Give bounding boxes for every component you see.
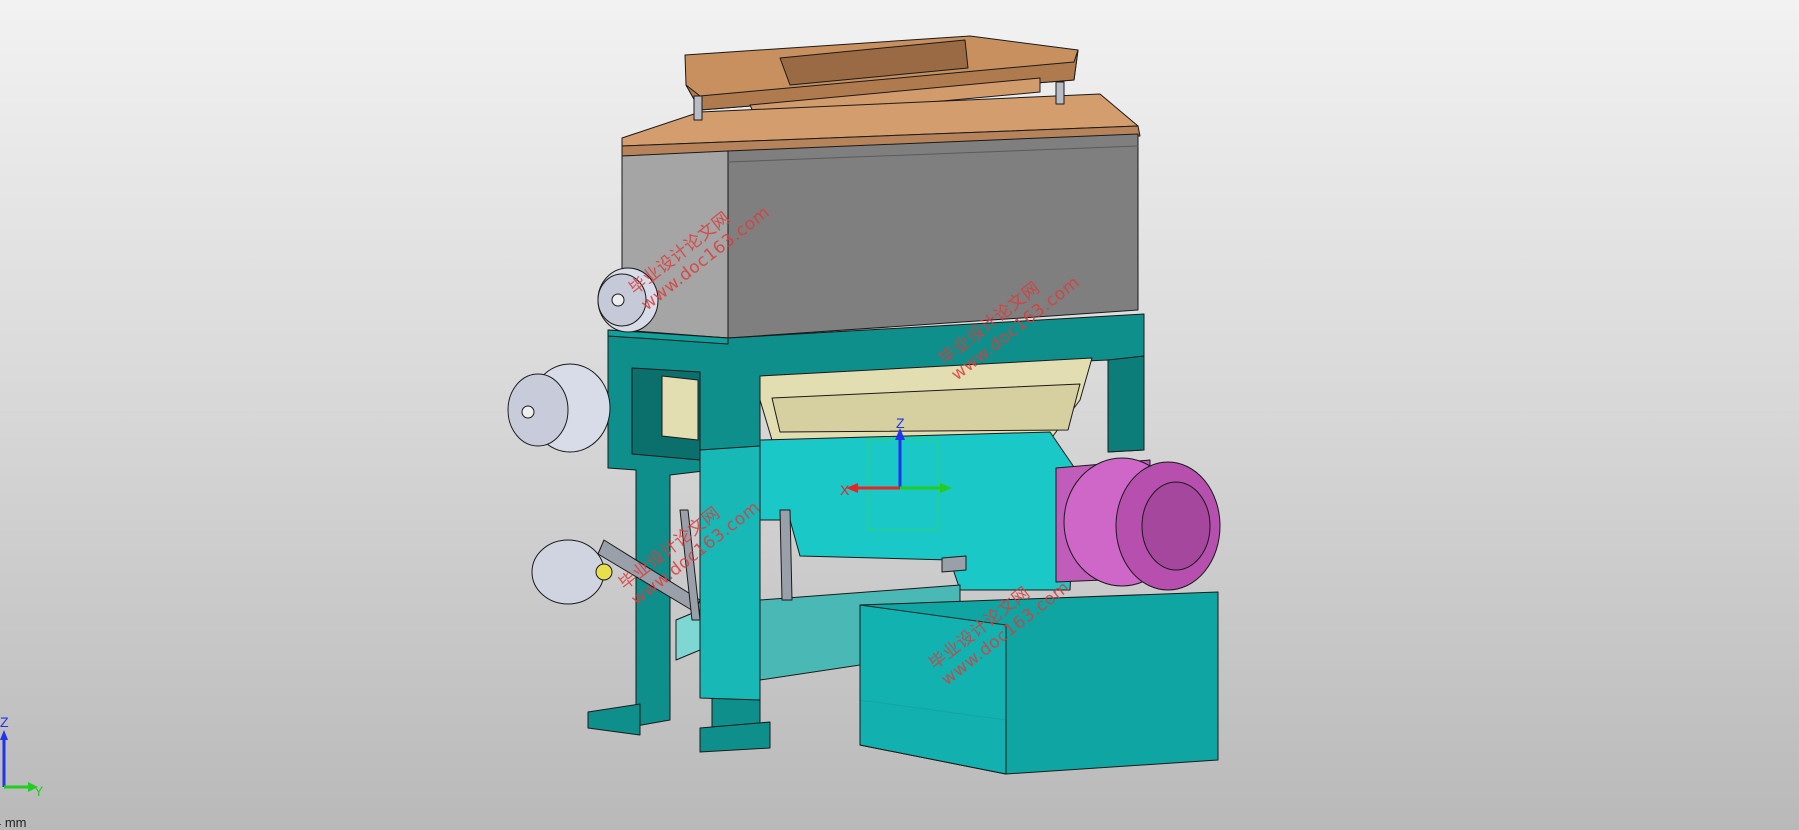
- cad-model: Z X Z Y: [0, 35, 1221, 799]
- center-triad-x-label: X: [840, 482, 850, 498]
- corner-triad-z-label: Z: [0, 714, 9, 730]
- storage-bin: [621, 133, 1139, 339]
- center-triad-z-label: Z: [896, 415, 905, 431]
- scale-indicator: 4 mm: [0, 815, 27, 830]
- corner-triad[interactable]: Z Y: [0, 714, 44, 799]
- drive-motor: [1055, 457, 1221, 591]
- 3d-viewport[interactable]: Z X Z Y 毕业设计论文网 www.doc163.com 毕业设计论文网 www…: [0, 0, 1799, 830]
- corner-triad-y-label: Y: [34, 783, 44, 799]
